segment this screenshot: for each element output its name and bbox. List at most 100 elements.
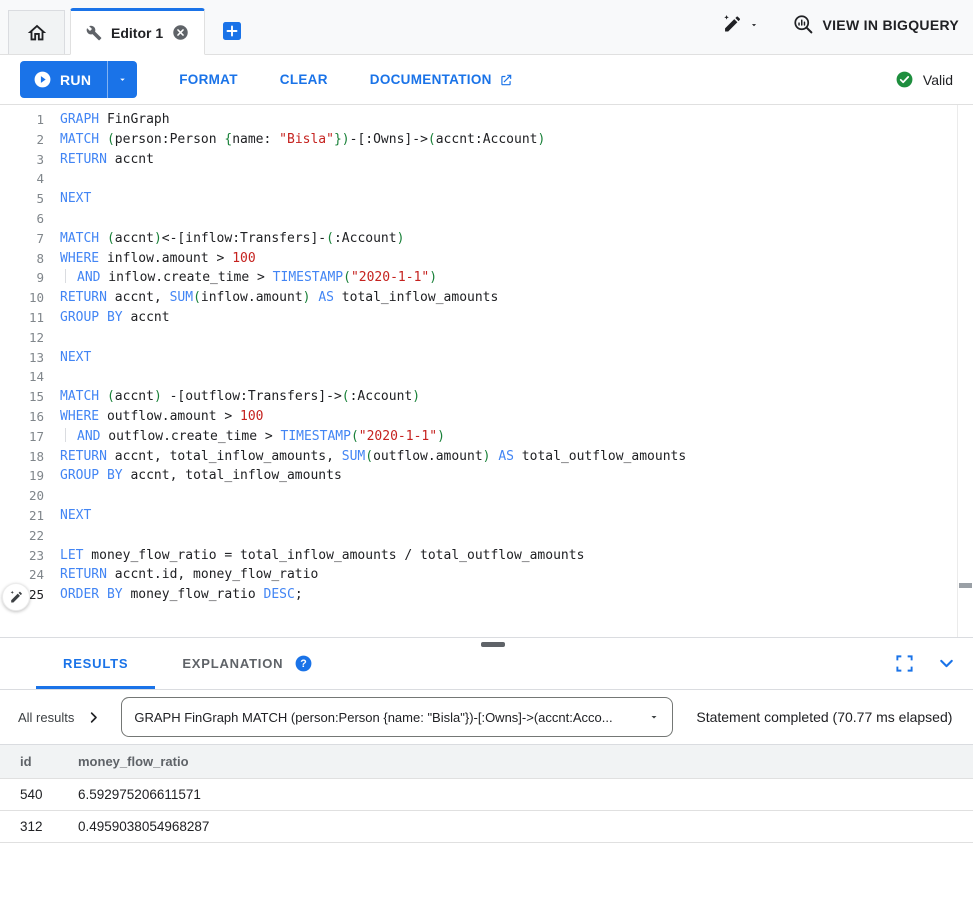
format-button[interactable]: FORMAT [179, 72, 238, 87]
code-line[interactable]: 25ORDER BY money_flow_ratio DESC; [0, 585, 973, 605]
code-line[interactable]: 8 WHERE inflow.amount > 100 [0, 249, 973, 269]
code-line[interactable]: 3RETURN accnt [0, 150, 973, 170]
editor-scrollbar-track [957, 105, 958, 637]
code-line[interactable]: 19GROUP BY accnt, total_inflow_amounts [0, 466, 973, 486]
code-line[interactable]: 2MATCH (person:Person {name: "Bisla"})-[… [0, 130, 973, 150]
close-tab-icon[interactable] [172, 24, 189, 41]
table-cell: 540 [0, 778, 78, 810]
line-number: 8 [0, 249, 44, 269]
run-button[interactable]: RUN [20, 61, 107, 98]
code-line[interactable]: 1 GRAPH FinGraph [0, 110, 973, 130]
code-line[interactable]: 17 AND outflow.create_time > TIMESTAMP("2… [0, 427, 973, 447]
line-number: 14 [0, 367, 44, 387]
column-header: id [0, 745, 78, 778]
panel-drag-handle[interactable] [481, 642, 505, 647]
magic-pen-icon [9, 590, 24, 605]
line-number: 3 [0, 150, 44, 170]
assist-menu-button[interactable] [722, 14, 759, 35]
statement-dropdown[interactable]: GRAPH FinGraph MATCH (person:Person {nam… [121, 697, 673, 737]
line-content: MATCH (accnt)<-[inflow:Transfers]-(:Acco… [60, 229, 404, 249]
editor-scrollbar-thumb[interactable] [959, 583, 972, 588]
line-number: 6 [0, 209, 44, 229]
results-tab-label: RESULTS [63, 656, 128, 671]
documentation-link[interactable]: DOCUMENTATION [370, 72, 513, 87]
fullscreen-icon[interactable] [895, 654, 914, 673]
line-number: 24 [0, 565, 44, 585]
line-content: WHERE outflow.amount > 100 [60, 407, 264, 427]
line-number: 21 [0, 506, 44, 526]
line-number: 1 [0, 110, 44, 130]
line-number: 11 [0, 308, 44, 328]
home-tab-button[interactable] [8, 10, 65, 54]
view-in-bigquery-button[interactable]: VIEW IN BIGQUERY [793, 14, 959, 35]
chevron-down-icon [749, 20, 759, 30]
all-results-button[interactable]: All results [18, 710, 101, 725]
line-number: 12 [0, 328, 44, 348]
clear-label: CLEAR [280, 72, 328, 87]
valid-check-icon [895, 70, 914, 89]
line-content: NEXT [60, 348, 91, 368]
code-line[interactable]: 21NEXT [0, 506, 973, 526]
code-line[interactable]: 6 [0, 209, 973, 229]
line-content: MATCH (accnt) -[outflow:Transfers]->(:Ac… [60, 387, 420, 407]
line-content: WHERE inflow.amount > 100 [60, 249, 256, 269]
wrench-icon [86, 25, 102, 41]
code-line[interactable]: 14 [0, 367, 973, 387]
code-lines: 1 GRAPH FinGraph2MATCH (person:Person {na… [0, 110, 973, 605]
line-number: 13 [0, 348, 44, 368]
code-line[interactable]: 16WHERE outflow.amount > 100 [0, 407, 973, 427]
editor-toolbar: RUN FORMAT CLEAR DOCUMENTATION Valid [0, 55, 973, 105]
run-label: RUN [60, 72, 91, 88]
code-line[interactable]: 12 [0, 328, 973, 348]
line-number: 15 [0, 387, 44, 407]
line-content: GROUP BY accnt [60, 308, 170, 328]
table-cell: 6.592975206611571 [78, 778, 973, 810]
chevron-right-icon [86, 710, 101, 725]
results-toolbar: All results GRAPH FinGraph MATCH (person… [0, 690, 973, 745]
code-line[interactable]: 24 RETURN accnt.id, money_flow_ratio [0, 565, 973, 585]
tab-explanation[interactable]: EXPLANATION [155, 638, 310, 689]
code-line[interactable]: 5NEXT [0, 189, 973, 209]
line-content: AND outflow.create_time > TIMESTAMP("202… [60, 427, 445, 447]
collapse-panel-icon[interactable] [936, 653, 957, 674]
clear-button[interactable]: CLEAR [280, 72, 328, 87]
run-options-button[interactable] [107, 61, 137, 98]
code-editor[interactable]: 1 GRAPH FinGraph2MATCH (person:Person {na… [0, 105, 973, 638]
table-row[interactable]: 3120.4959038054968287 [0, 810, 973, 842]
line-number: 23 [0, 546, 44, 566]
editor-tab-label: Editor 1 [111, 25, 163, 41]
line-content: GROUP BY accnt, total_inflow_amounts [60, 466, 342, 486]
play-circle-icon [33, 70, 52, 89]
code-line[interactable]: 9AND inflow.create_time > TIMESTAMP("202… [0, 268, 973, 288]
line-number: 10 [0, 288, 44, 308]
line-content: RETURN accnt.id, money_flow_ratio [60, 565, 318, 585]
table-cell: 312 [0, 810, 78, 842]
line-content: GRAPH FinGraph [60, 110, 170, 130]
line-number: 2 [0, 130, 44, 150]
code-line[interactable]: 11 GROUP BY accnt [0, 308, 973, 328]
code-line[interactable]: 13 NEXT [0, 348, 973, 368]
gemini-assist-button[interactable] [2, 583, 30, 611]
external-link-icon [499, 73, 513, 87]
valid-label: Valid [923, 72, 953, 88]
code-line[interactable]: 7MATCH (accnt)<-[inflow:Transfers]-(:Acc… [0, 229, 973, 249]
table-cell: 0.4959038054968287 [78, 810, 973, 842]
code-line[interactable]: 18RETURN accnt, total_inflow_amounts, SU… [0, 447, 973, 467]
code-line[interactable]: 20 [0, 486, 973, 506]
tab-results[interactable]: RESULTS [36, 638, 155, 689]
all-results-label: All results [18, 710, 74, 725]
tab-editor-1[interactable]: Editor 1 [70, 8, 205, 55]
code-line[interactable]: 10RETURN accnt, SUM(inflow.amount) AS to… [0, 288, 973, 308]
results-panel-actions [895, 653, 957, 674]
table-row[interactable]: 5406.592975206611571 [0, 778, 973, 810]
code-line[interactable]: 23LET money_flow_ratio = total_inflow_am… [0, 546, 973, 566]
add-tab-icon[interactable] [222, 21, 242, 41]
code-line[interactable]: 22 [0, 526, 973, 546]
statement-dropdown-value: GRAPH FinGraph MATCH (person:Person {nam… [134, 710, 648, 725]
code-line[interactable]: 15 MATCH (accnt) -[outflow:Transfers]->(:… [0, 387, 973, 407]
query-search-icon [793, 14, 814, 35]
code-line[interactable]: 4 [0, 169, 973, 189]
line-number: 17 [0, 427, 44, 447]
line-content: RETURN accnt, total_inflow_amounts, SUM(… [60, 447, 686, 467]
home-icon [26, 22, 48, 44]
